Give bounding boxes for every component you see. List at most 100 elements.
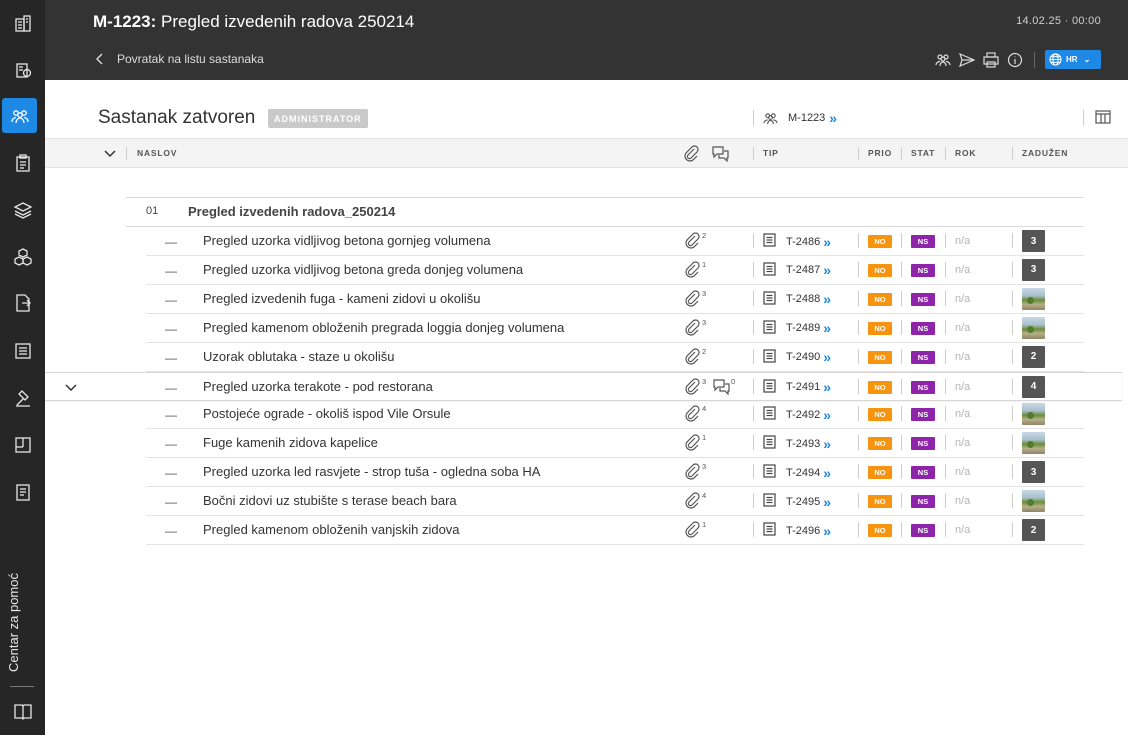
column-zaduzen[interactable]: ZADUŽEN: [1022, 148, 1068, 158]
settings-building-icon[interactable]: [8, 55, 37, 84]
deadline-value[interactable]: n/a: [955, 351, 970, 363]
status-badge[interactable]: NS: [911, 437, 935, 451]
deadline-value[interactable]: n/a: [955, 408, 970, 420]
status-badge[interactable]: NS: [911, 495, 935, 509]
status-badge[interactable]: NS: [911, 235, 935, 248]
print-icon[interactable]: [982, 51, 1000, 69]
attachments-count[interactable]: 1: [684, 260, 706, 283]
cubes-icon[interactable]: [8, 242, 37, 271]
item-title[interactable]: Fuge kamenih zidova kapelice: [203, 435, 378, 450]
priority-badge[interactable]: NO: [868, 466, 892, 480]
priority-badge[interactable]: NO: [868, 292, 892, 306]
building-icon[interactable]: [8, 8, 37, 37]
task-link[interactable]: T-2493»: [763, 435, 831, 452]
assignee-avatar[interactable]: [1022, 287, 1045, 310]
status-badge[interactable]: NS: [911, 350, 935, 364]
item-title[interactable]: Pregled izvedenih fuga - kameni zidovi u…: [203, 291, 481, 306]
back-to-meetings-link[interactable]: Povratak na listu sastanaka: [95, 52, 264, 66]
deadline-value[interactable]: n/a: [955, 466, 970, 478]
info-icon[interactable]: [1006, 51, 1024, 69]
column-tip[interactable]: TIP: [763, 148, 779, 158]
item-title[interactable]: Postojeće ograde - okoliš ispod Vile Ors…: [203, 406, 451, 421]
column-stat[interactable]: STAT: [911, 148, 935, 158]
assignee-count-badge[interactable]: 3: [1022, 230, 1045, 252]
item-title[interactable]: Bočni zidovi uz stubište s terase beach …: [203, 493, 457, 508]
item-title[interactable]: Pregled uzorka vidljivog betona greda do…: [203, 262, 523, 277]
priority-badge[interactable]: NO: [868, 437, 892, 451]
section-title[interactable]: Pregled izvedenih radova_250214: [188, 204, 395, 219]
status-badge[interactable]: NS: [911, 524, 935, 537]
priority-badge[interactable]: NO: [868, 263, 892, 277]
meetings-icon[interactable]: [2, 98, 37, 133]
status-badge[interactable]: NS: [911, 263, 935, 277]
item-title[interactable]: Pregled uzorka terakote - pod restorana: [203, 379, 433, 394]
column-rok[interactable]: ROK: [955, 148, 976, 158]
task-link[interactable]: T-2492»: [763, 406, 831, 423]
attachment-icon[interactable]: [683, 145, 700, 167]
attachments-count[interactable]: 3: [684, 318, 706, 341]
attachments-count[interactable]: 1: [684, 520, 706, 543]
collapse-all-chevron-icon[interactable]: [103, 146, 117, 160]
deadline-value[interactable]: n/a: [955, 322, 970, 334]
agenda-item-row[interactable]: — Postojeće ograde - okoliš ispod Vile Or…: [146, 400, 1084, 430]
attachments-count[interactable]: 3: [684, 289, 706, 312]
floorplan-icon[interactable]: [8, 430, 37, 459]
columns-toggle-icon[interactable]: [1095, 109, 1111, 130]
status-badge[interactable]: NS: [911, 321, 935, 335]
priority-badge[interactable]: NO: [868, 524, 892, 537]
item-title[interactable]: Pregled kamenom obloženih pregrada loggi…: [203, 320, 564, 335]
priority-badge[interactable]: NO: [868, 408, 892, 422]
task-link[interactable]: T-2495»: [763, 493, 831, 510]
agenda-item-row[interactable]: — Pregled izvedenih fuga - kameni zidovi …: [146, 285, 1084, 314]
assignee-avatar[interactable]: [1022, 490, 1045, 513]
task-link[interactable]: T-2487»: [763, 262, 831, 279]
help-center-link[interactable]: Centar za pomoć: [6, 573, 106, 672]
deadline-value[interactable]: n/a: [955, 524, 970, 536]
attachments-count[interactable]: 4: [684, 491, 706, 514]
priority-badge[interactable]: NO: [868, 321, 892, 335]
agenda-item-row[interactable]: — Pregled kamenom obloženih pregrada logg…: [146, 314, 1084, 343]
assignee-count-badge[interactable]: 4: [1022, 375, 1045, 398]
assignee-count-badge[interactable]: 3: [1022, 258, 1045, 281]
item-title[interactable]: Pregled kamenom obloženih vanjskih zidov…: [203, 522, 460, 537]
status-badge[interactable]: NS: [911, 408, 935, 422]
column-prio[interactable]: PRIO: [868, 148, 892, 158]
task-link[interactable]: T-2488»: [763, 291, 831, 308]
agenda-item-row[interactable]: — Pregled uzorka vidljivog betona greda d…: [146, 256, 1084, 285]
agenda-item-row[interactable]: — Bočni zidovi uz stubište s terase beach…: [146, 487, 1084, 517]
gavel-icon[interactable]: [8, 383, 37, 412]
deadline-value[interactable]: n/a: [955, 437, 970, 449]
agenda-item-row[interactable]: — Pregled uzorka led rasvjete - strop tuš…: [146, 458, 1084, 488]
assignee-count-badge[interactable]: 2: [1022, 519, 1045, 541]
priority-badge[interactable]: NO: [868, 380, 892, 394]
attachments-count[interactable]: 2: [684, 231, 706, 254]
layers-icon[interactable]: [8, 195, 37, 224]
priority-badge[interactable]: NO: [868, 235, 892, 248]
column-naslov[interactable]: NASLOV: [137, 148, 177, 158]
agenda-item-row[interactable]: — Uzorak oblutaka - staze u okolišu 2 T-249…: [146, 343, 1084, 372]
task-link[interactable]: T-2490»: [763, 348, 831, 366]
deadline-value[interactable]: n/a: [955, 381, 970, 393]
document-export-icon[interactable]: [8, 288, 37, 317]
task-link[interactable]: T-2494»: [763, 464, 831, 481]
item-title[interactable]: Uzorak oblutaka - staze u okolišu: [203, 349, 394, 364]
attachments-count[interactable]: 1: [684, 433, 706, 456]
agenda-item-row[interactable]: — Pregled kamenom obloženih vanjskih zido…: [146, 516, 1084, 545]
deadline-value[interactable]: n/a: [955, 293, 970, 305]
attachments-count[interactable]: 4: [684, 404, 706, 427]
deadline-value[interactable]: n/a: [955, 264, 970, 276]
comments-count[interactable]: 0: [713, 377, 735, 400]
help-book-icon[interactable]: [8, 696, 37, 725]
assignee-count-badge[interactable]: 3: [1022, 461, 1045, 484]
deadline-value[interactable]: n/a: [955, 235, 970, 247]
attachments-count[interactable]: 3: [684, 377, 706, 400]
agenda-item-row[interactable]: — Pregled uzorka terakote - pod restorana…: [45, 371, 1122, 401]
deadline-value[interactable]: n/a: [955, 495, 970, 507]
send-icon[interactable]: [958, 51, 976, 69]
assignee-count-badge[interactable]: 2: [1022, 345, 1045, 368]
task-link[interactable]: T-2486»: [763, 233, 831, 250]
assignee-avatar[interactable]: [1022, 432, 1045, 455]
priority-badge[interactable]: NO: [868, 495, 892, 509]
participants-icon[interactable]: [934, 51, 952, 69]
priority-badge[interactable]: NO: [868, 350, 892, 364]
